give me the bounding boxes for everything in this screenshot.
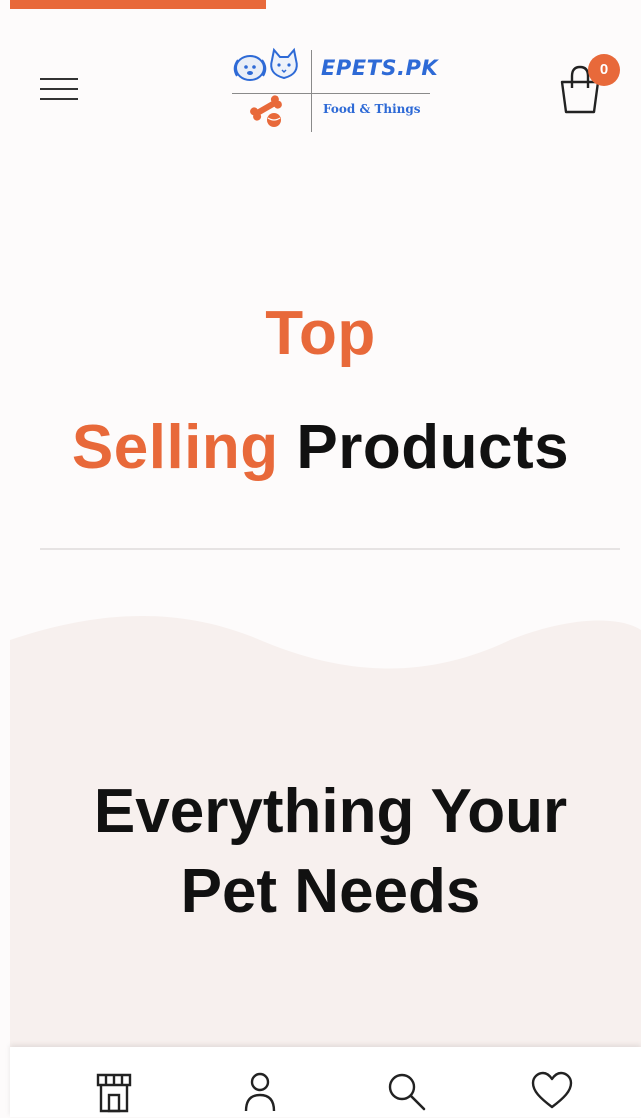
nav-wishlist[interactable]	[530, 1069, 576, 1117]
site-logo[interactable]: EPETS.PK Food & Things	[228, 46, 438, 136]
nav-shop[interactable]	[92, 1069, 138, 1117]
site-header: EPETS.PK Food & Things 0	[0, 40, 641, 140]
pets-logo-icon	[233, 47, 298, 127]
user-icon	[244, 1072, 276, 1112]
section-title-dark: Products	[296, 413, 570, 482]
brand-name: EPETS.PK	[321, 56, 439, 80]
brand-tagline: Food & Things	[323, 102, 421, 116]
search-icon	[388, 1073, 426, 1111]
menu-button[interactable]	[40, 78, 80, 104]
heart-icon	[531, 1071, 573, 1109]
section-title-line2: Selling Products	[0, 412, 641, 483]
logo-divider	[311, 50, 312, 132]
section-divider	[40, 548, 620, 550]
section-title-accent: Selling	[71, 413, 279, 482]
cart-count-badge: 0	[588, 54, 620, 86]
cart-button[interactable]: 0	[558, 54, 624, 120]
nav-search[interactable]	[384, 1069, 430, 1117]
store-icon	[96, 1073, 132, 1113]
section-title-top: Top	[265, 299, 376, 368]
nav-account[interactable]	[238, 1069, 284, 1117]
hero-title: Everything Your Pet Needs	[93, 777, 568, 926]
bottom-navigation	[10, 1047, 641, 1117]
hamburger-menu-icon	[40, 78, 78, 80]
page-progress-bar	[10, 0, 266, 9]
